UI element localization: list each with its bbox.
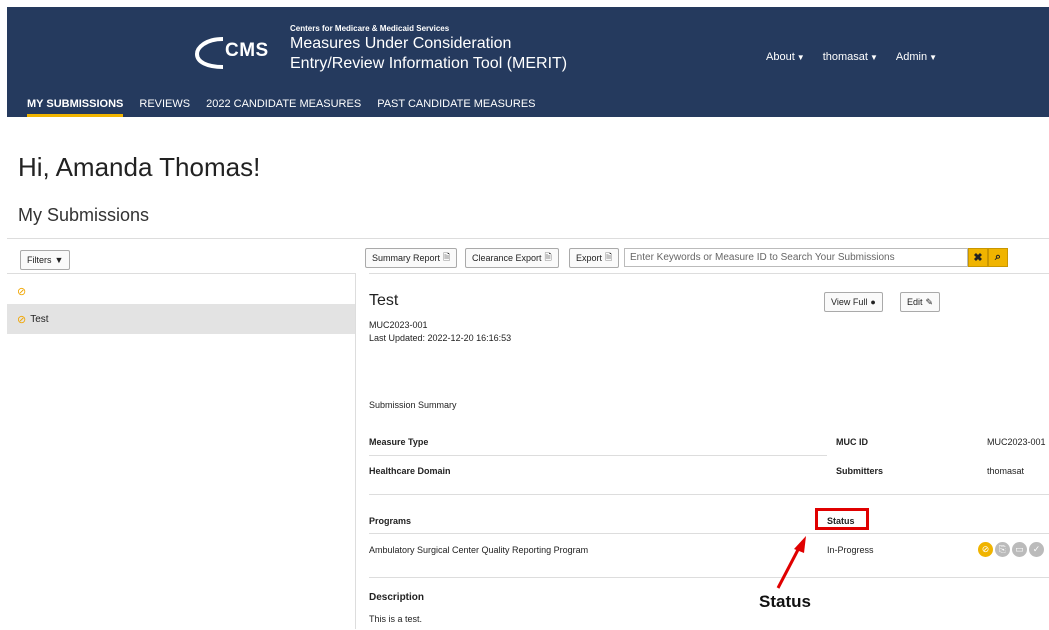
divider	[369, 494, 1049, 495]
measure-id: MUC2023-001	[369, 320, 428, 330]
filter-icon: ▼	[54, 255, 64, 265]
healthcare-domain-label: Healthcare Domain	[369, 466, 451, 476]
top-menu: About ▼ thomasat ▼ Admin ▼	[766, 51, 937, 63]
divider	[369, 455, 827, 456]
chevron-down-icon: ▼	[869, 53, 878, 62]
app-title: Centers for Medicare & Medicaid Services…	[290, 24, 567, 74]
last-updated: Last Updated: 2022-12-20 16:16:53	[369, 333, 512, 343]
approve-icon[interactable]: ✓	[1029, 542, 1044, 557]
description-value: This is a test.	[369, 614, 423, 624]
menu-admin[interactable]: Admin ▼	[896, 51, 937, 63]
document-icon: 🗎	[443, 252, 451, 262]
muc-id-label: MUC ID	[836, 437, 868, 447]
submitters-value: thomasat	[987, 466, 1025, 476]
clearance-export-button[interactable]: Clearance Export 🗎	[465, 248, 559, 268]
logo-text: CMS	[225, 40, 269, 61]
status-value: In-Progress	[827, 545, 874, 555]
list-header: ⊘	[7, 274, 355, 304]
status-highlight-box	[815, 508, 869, 530]
divider	[7, 238, 1049, 239]
menu-about[interactable]: About ▼	[766, 51, 805, 63]
copy-icon[interactable]: ⎘	[995, 542, 1010, 557]
view-full-button[interactable]: View Full ●	[824, 292, 883, 312]
pencil-icon: ✎	[925, 296, 934, 307]
description-label: Description	[369, 592, 425, 603]
search-input[interactable]	[624, 248, 968, 267]
main-nav: MY SUBMISSIONS REVIEWS 2022 CANDIDATE ME…	[27, 98, 536, 117]
close-icon: ✖	[973, 252, 983, 264]
tab-my-submissions[interactable]: MY SUBMISSIONS	[27, 98, 124, 117]
eye-icon: ●	[870, 297, 876, 307]
action-icons: ⊘ ⎘ ▭ ✓	[978, 542, 1044, 557]
greeting: Hi, Amanda Thomas!	[18, 152, 261, 182]
app-header: CMS Centers for Medicare & Medicaid Serv…	[7, 7, 1049, 117]
menu-user[interactable]: thomasat ▼	[823, 51, 878, 63]
filters-button[interactable]: Filters ▼	[20, 250, 71, 270]
submission-detail: Test MUC2023-001 Last Updated: 2022-12-2…	[369, 273, 1049, 629]
divider	[369, 533, 1049, 534]
chevron-down-icon: ▼	[796, 53, 805, 62]
tab-past-candidate-measures[interactable]: PAST CANDIDATE MEASURES	[377, 98, 535, 117]
agency-name: Centers for Medicare & Medicaid Services	[290, 24, 450, 33]
programs-label: Programs	[369, 516, 412, 526]
detail-title: Test	[369, 292, 399, 309]
measure-type-label: Measure Type	[369, 437, 429, 447]
list-item[interactable]: ⊘ Test	[7, 304, 355, 334]
document-icon: 🗎	[544, 252, 552, 262]
annotation-label: Status	[759, 592, 811, 611]
in-progress-icon: ⊘	[17, 313, 27, 326]
edit-button[interactable]: Edit ✎	[900, 292, 941, 312]
tab-2022-candidate-measures[interactable]: 2022 CANDIDATE MEASURES	[206, 98, 361, 117]
in-progress-status-icon[interactable]: ⊘	[978, 542, 993, 557]
tab-reviews[interactable]: REVIEWS	[139, 98, 190, 117]
export-button[interactable]: Export 🗎	[569, 248, 620, 268]
document-icon: 🗎	[605, 252, 613, 262]
in-progress-icon: ⊘	[17, 286, 27, 298]
submission-list: ⊘ ⊘ Test	[7, 273, 356, 629]
submitters-label: Submitters	[836, 466, 884, 476]
comment-icon[interactable]: ▭	[1012, 542, 1027, 557]
chevron-down-icon: ▼	[929, 53, 937, 62]
title-line-1: Measures Under Consideration	[290, 35, 512, 52]
search-icon: ⌕	[994, 251, 1002, 263]
section-title: Submission Summary	[369, 400, 457, 410]
summary-report-button[interactable]: Summary Report 🗎	[365, 248, 458, 268]
title-line-2: Entry/Review Information Tool (MERIT)	[290, 55, 568, 72]
divider	[369, 577, 1049, 578]
clear-search-button[interactable]: ✖	[968, 248, 988, 267]
muc-id-value: MUC2023-001	[987, 437, 1046, 447]
page-title: My Submissions	[18, 205, 150, 225]
search-button[interactable]: ⌕	[988, 248, 1008, 267]
program-value: Ambulatory Surgical Center Quality Repor…	[369, 545, 589, 555]
